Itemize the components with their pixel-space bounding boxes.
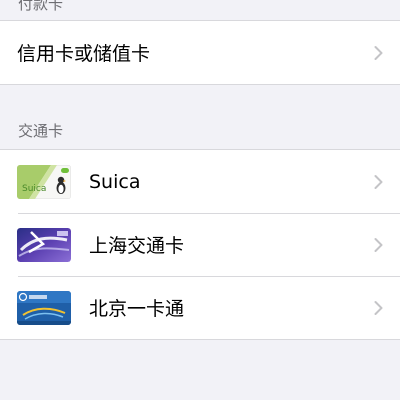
suica-card-row[interactable]: Suica Suica — [0, 150, 400, 213]
suica-thumb-text: Suica — [22, 184, 46, 194]
chevron-right-icon — [374, 237, 383, 252]
credit-or-debit-card-label: 信用卡或储值卡 — [17, 43, 151, 65]
chevron-right-icon — [374, 45, 383, 60]
transit-card-group: Suica Suica 上海交通卡 北京一卡通 — [0, 149, 400, 340]
beijing-card-icon — [17, 290, 71, 325]
credit-or-debit-card-row[interactable]: 信用卡或储值卡 — [0, 21, 400, 84]
payment-section-header: 付款卡 — [18, 0, 64, 13]
beijing-card-label: 北京一卡通 — [89, 298, 185, 320]
transit-section-header: 交通卡 — [18, 122, 64, 140]
chevron-right-icon — [374, 300, 383, 315]
shanghai-card-icon — [17, 227, 71, 262]
shanghai-transport-card-row[interactable]: 上海交通卡 — [0, 213, 400, 276]
payment-card-group: 信用卡或储值卡 — [0, 20, 400, 85]
chevron-right-icon — [374, 174, 383, 189]
wallet-add-card-screen: 付款卡 信用卡或储值卡 交通卡 Suica Suica 上海交通卡 北京一卡通 — [0, 0, 400, 400]
suica-card-label: Suica — [89, 170, 141, 193]
beijing-card-row[interactable]: 北京一卡通 — [0, 276, 400, 339]
suica-card-icon: Suica — [17, 164, 71, 199]
shanghai-card-label: 上海交通卡 — [89, 235, 185, 257]
